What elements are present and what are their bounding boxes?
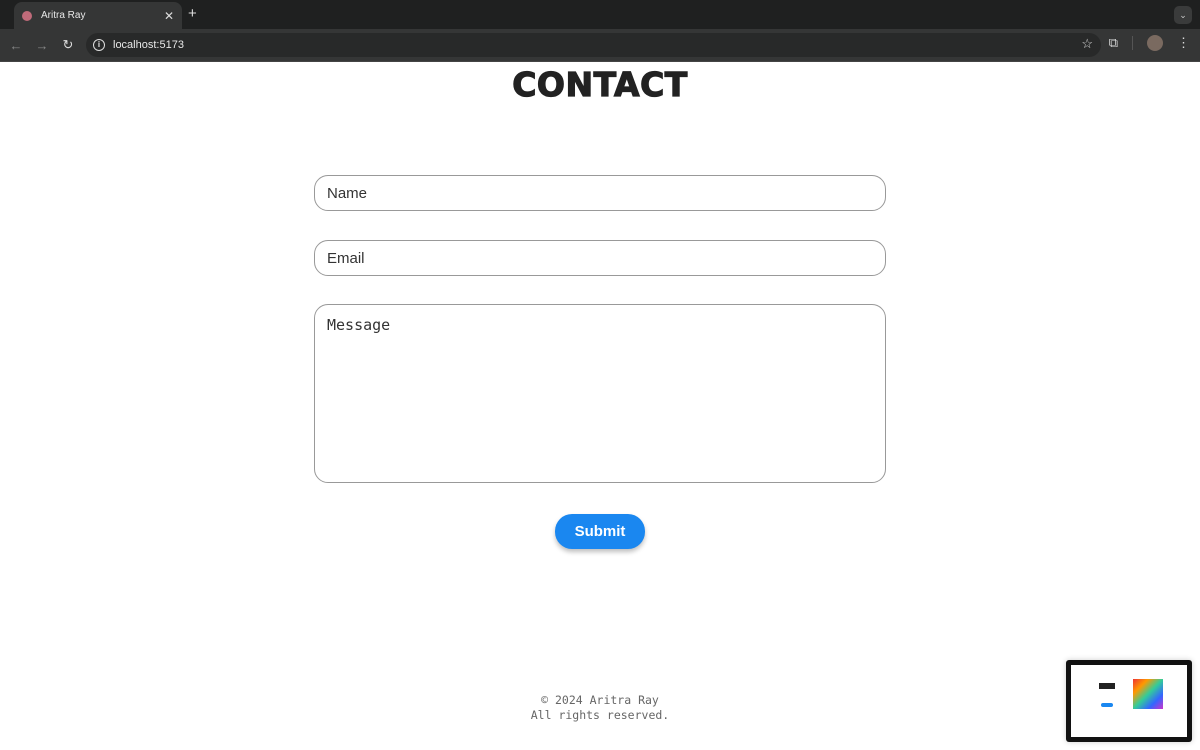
- back-arrow-icon[interactable]: ←: [3, 38, 29, 53]
- page-title: CONTACT: [512, 64, 688, 104]
- footer-copyright: © 2024 Aritra Ray: [541, 693, 659, 707]
- reload-icon[interactable]: ↻: [55, 37, 81, 53]
- name-input[interactable]: [314, 175, 886, 211]
- menu-kebab-icon[interactable]: ⋮: [1177, 35, 1190, 51]
- tab-search-chevron-icon[interactable]: ⌄: [1174, 6, 1192, 24]
- new-tab-button[interactable]: +: [188, 5, 197, 22]
- preview-portrait-image: [1133, 679, 1163, 709]
- forward-arrow-icon[interactable]: →: [29, 38, 55, 53]
- email-input[interactable]: [314, 240, 886, 276]
- toolbar-divider: [1132, 36, 1133, 50]
- tab-bar: Aritra Ray ✕ + ⌄: [0, 0, 1200, 29]
- site-info-icon[interactable]: i: [93, 39, 105, 51]
- profile-avatar-icon[interactable]: [1147, 35, 1163, 51]
- close-tab-icon[interactable]: ✕: [164, 9, 174, 23]
- bookmark-star-icon[interactable]: ☆: [1081, 36, 1093, 52]
- screen-preview-thumbnail[interactable]: [1066, 660, 1192, 742]
- submit-button[interactable]: Submit: [555, 514, 645, 549]
- message-textarea[interactable]: [314, 304, 886, 483]
- browser-tab[interactable]: Aritra Ray ✕: [14, 2, 182, 29]
- preview-title-block: [1099, 683, 1115, 689]
- preview-button-block: [1101, 703, 1113, 707]
- footer-rights: All rights reserved.: [530, 708, 670, 722]
- footer: © 2024 Aritra Ray All rights reserved.: [0, 693, 1200, 723]
- preview-image: [1071, 665, 1187, 737]
- tab-title: Aritra Ray: [41, 10, 86, 21]
- url-text: localhost:5173: [113, 39, 184, 51]
- extensions-puzzle-icon[interactable]: ⧉: [1109, 35, 1118, 51]
- browser-toolbar: ← → ↻ i localhost:5173 ☆ ⧉ ⋮: [0, 29, 1200, 62]
- address-bar[interactable]: i localhost:5173 ☆: [86, 33, 1101, 57]
- favicon-icon: [22, 10, 32, 21]
